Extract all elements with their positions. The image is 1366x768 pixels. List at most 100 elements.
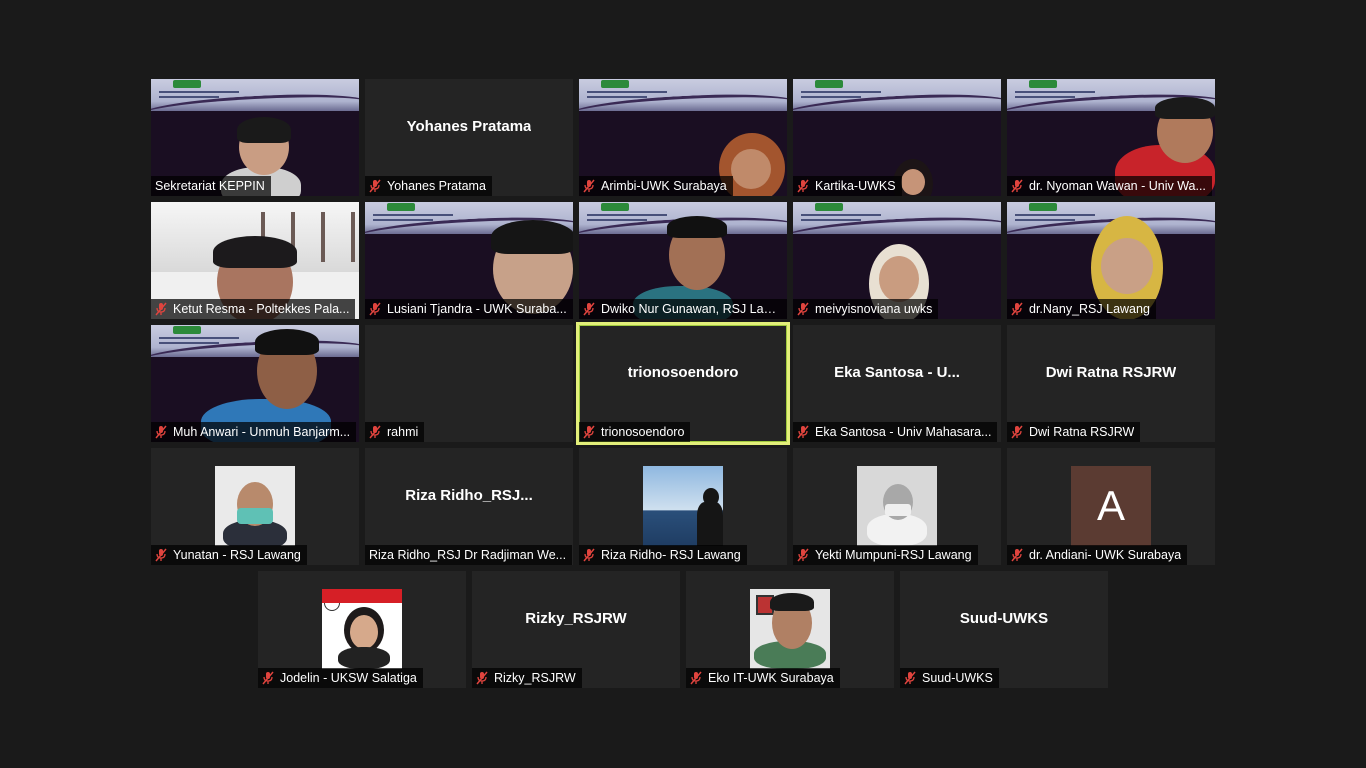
participant-tile[interactable]: Ketut Resma - Poltekkes Pala...: [151, 202, 359, 319]
active-speaker-tile[interactable]: trionosoendoro trionosoendoro: [576, 322, 790, 445]
profile-picture: [322, 589, 402, 669]
muted-mic-icon: [1011, 302, 1023, 316]
participant-name-label: dr. Andiani- UWK Surabaya: [1007, 545, 1188, 565]
participant-tile[interactable]: Yohanes Pratama Yohanes Pratama: [365, 79, 573, 196]
participant-tile[interactable]: Yunatan - RSJ Lawang: [151, 448, 359, 565]
participant-name: meivyisnoviana uwks: [815, 302, 933, 316]
participant-tile[interactable]: Muh Anwari - Unmuh Banjarm...: [151, 325, 359, 442]
participant-tile[interactable]: Suud-UWKS Suud-UWKS: [900, 571, 1108, 688]
muted-mic-icon: [797, 548, 809, 562]
participant-name-label: Jodelin - UKSW Salatiga: [258, 668, 423, 688]
participant-name: Dwiko Nur Gunawan, RSJ Law...: [601, 302, 781, 316]
participant-name: Muh Anwari - Unmuh Banjarm...: [173, 425, 351, 439]
muted-mic-icon: [797, 179, 809, 193]
participant-name-label: Eka Santosa - Univ Mahasara...: [793, 422, 998, 442]
muted-mic-icon: [583, 425, 595, 439]
participant-name: Suud-UWKS: [922, 671, 993, 685]
participant-tile[interactable]: Kartika-UWKS: [793, 79, 1001, 196]
participant-name: dr.Nany_RSJ Lawang: [1029, 302, 1150, 316]
participant-name: rahmi: [387, 425, 419, 439]
muted-mic-icon: [369, 425, 381, 439]
muted-mic-icon: [690, 671, 702, 685]
participant-name-label: Lusiani Tjandra - UWK Suraba...: [365, 299, 573, 319]
muted-mic-icon: [155, 548, 167, 562]
participant-tile[interactable]: Riza Ridho_RSJ... Riza Ridho_RSJ Dr Radj…: [365, 448, 573, 565]
profile-picture: [857, 466, 937, 546]
participant-name-label: Yekti Mumpuni-RSJ Lawang: [793, 545, 978, 565]
profile-picture: [215, 466, 295, 546]
participant-tile[interactable]: Rizky_RSJRW Rizky_RSJRW: [472, 571, 680, 688]
participant-tile[interactable]: Eko IT-UWK Surabaya: [686, 571, 894, 688]
participant-name: dr. Andiani- UWK Surabaya: [1029, 548, 1182, 562]
participant-tile[interactable]: dr. Nyoman Wawan - Univ Wa...: [1007, 79, 1215, 196]
participant-name-label: Muh Anwari - Unmuh Banjarm...: [151, 422, 357, 442]
muted-mic-icon: [155, 425, 167, 439]
participant-name: Arimbi-UWK Surabaya: [601, 179, 727, 193]
participant-name: Rizky_RSJRW: [494, 671, 576, 685]
participant-name: Yohanes Pratama: [387, 179, 486, 193]
participant-tile[interactable]: A dr. Andiani- UWK Surabaya: [1007, 448, 1215, 565]
muted-mic-icon: [1011, 179, 1023, 193]
muted-mic-icon: [1011, 425, 1023, 439]
participant-tile[interactable]: Sekretariat KEPPIN: [151, 79, 359, 196]
muted-mic-icon: [369, 302, 381, 316]
muted-mic-icon: [583, 179, 595, 193]
participant-tile[interactable]: Dwiko Nur Gunawan, RSJ Law...: [579, 202, 787, 319]
participant-name-label: Eko IT-UWK Surabaya: [686, 668, 840, 688]
participant-name: trionosoendoro: [601, 425, 685, 439]
muted-mic-icon: [1011, 548, 1023, 562]
participant-tile[interactable]: rahmi: [365, 325, 573, 442]
participant-name: Lusiani Tjandra - UWK Suraba...: [387, 302, 567, 316]
participant-name-label: Arimbi-UWK Surabaya: [579, 176, 733, 196]
participant-name-label: Yohanes Pratama: [365, 176, 492, 196]
participant-name-label: Rizky_RSJRW: [472, 668, 582, 688]
participant-tile[interactable]: meivyisnoviana uwks: [793, 202, 1001, 319]
participant-tile[interactable]: Jodelin - UKSW Salatiga: [258, 571, 466, 688]
participant-name-label: Riza Ridho- RSJ Lawang: [579, 545, 747, 565]
video-gallery: Sekretariat KEPPIN Yohanes Pratama Yohan…: [0, 0, 1366, 768]
participant-tile[interactable]: Arimbi-UWK Surabaya: [579, 79, 787, 196]
participant-tile[interactable]: Yekti Mumpuni-RSJ Lawang: [793, 448, 1001, 565]
participant-display-name: Rizky_RSJRW: [525, 610, 627, 627]
participant-name: dr. Nyoman Wawan - Univ Wa...: [1029, 179, 1206, 193]
participant-tile[interactable]: dr.Nany_RSJ Lawang: [1007, 202, 1215, 319]
participant-display-name: Suud-UWKS: [959, 610, 1049, 627]
participant-name-label: Yunatan - RSJ Lawang: [151, 545, 307, 565]
participant-display-name: trionosoendoro: [627, 364, 739, 381]
muted-mic-icon: [583, 548, 595, 562]
participant-display-name: Yohanes Pratama: [406, 118, 532, 135]
participant-name-label: meivyisnoviana uwks: [793, 299, 939, 319]
participant-name-label: Dwi Ratna RSJRW: [1007, 422, 1141, 442]
participant-name: Dwi Ratna RSJRW: [1029, 425, 1135, 439]
participant-name-label: rahmi: [365, 422, 425, 442]
participant-name: Riza Ridho- RSJ Lawang: [601, 548, 741, 562]
participant-name: Sekretariat KEPPIN: [155, 179, 265, 193]
participant-name: Jodelin - UKSW Salatiga: [280, 671, 417, 685]
participant-name: Ketut Resma - Poltekkes Pala...: [173, 302, 350, 316]
participant-name-label: dr. Nyoman Wawan - Univ Wa...: [1007, 176, 1212, 196]
participant-tile[interactable]: Dwi Ratna RSJRW Dwi Ratna RSJRW: [1007, 325, 1215, 442]
participant-name-label: dr.Nany_RSJ Lawang: [1007, 299, 1156, 319]
participant-name: Riza Ridho_RSJ Dr Radjiman We...: [369, 548, 567, 562]
participant-name: Yekti Mumpuni-RSJ Lawang: [815, 548, 972, 562]
participant-tile[interactable]: Lusiani Tjandra - UWK Suraba...: [365, 202, 573, 319]
participant-name-label: Suud-UWKS: [900, 668, 999, 688]
profile-picture: [750, 589, 830, 669]
participant-name-label: Riza Ridho_RSJ Dr Radjiman We...: [365, 545, 573, 565]
muted-mic-icon: [476, 671, 488, 685]
muted-mic-icon: [797, 302, 809, 316]
participant-name-label: Kartika-UWKS: [793, 176, 902, 196]
participant-name-label: Sekretariat KEPPIN: [151, 176, 271, 196]
participant-name-label: Ketut Resma - Poltekkes Pala...: [151, 299, 356, 319]
muted-mic-icon: [155, 302, 167, 316]
participant-tile[interactable]: Eka Santosa - U... Eka Santosa - Univ Ma…: [793, 325, 1001, 442]
muted-mic-icon: [583, 302, 595, 316]
participant-name-label: Dwiko Nur Gunawan, RSJ Law...: [579, 299, 787, 319]
muted-mic-icon: [797, 425, 809, 439]
participant-tile[interactable]: Riza Ridho- RSJ Lawang: [579, 448, 787, 565]
participant-name: Kartika-UWKS: [815, 179, 896, 193]
muted-mic-icon: [369, 179, 381, 193]
participant-name: Yunatan - RSJ Lawang: [173, 548, 301, 562]
muted-mic-icon: [904, 671, 916, 685]
participant-name-label: trionosoendoro: [579, 422, 691, 442]
